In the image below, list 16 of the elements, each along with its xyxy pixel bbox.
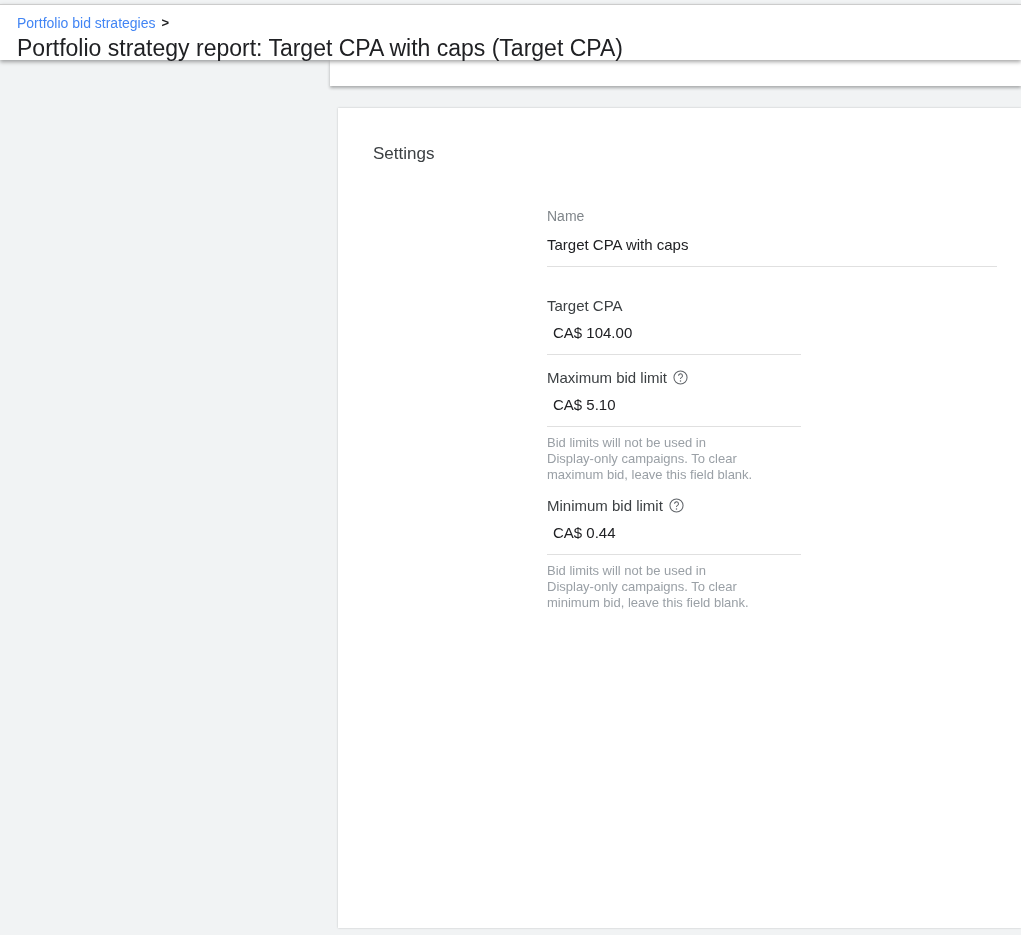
section-title: Settings (373, 144, 436, 164)
hint-text: Bid limits will not be used in Display-only campaigns. To clear maximum bid, leave this field blank. (547, 435, 754, 483)
hint-text: Bid limits will not be used in Display-only campaigns. To clear minimum bid, leave this field blank. (547, 563, 750, 611)
field-label: Minimum bid limit (547, 497, 663, 514)
field-label: Maximum bid limit (547, 369, 667, 386)
input-field[interactable]: CA$ 5.10 (547, 386, 801, 427)
help-icon[interactable] (673, 370, 688, 385)
field-label: Target CPA (547, 297, 623, 314)
breadcrumb-link[interactable]: Portfolio bid strategies (17, 15, 156, 31)
breadcrumb-separator: > (161, 15, 170, 31)
help-icon[interactable] (668, 498, 684, 513)
field-label: Name (547, 208, 585, 224)
page-title: Portfolio strategy report: Target CPA with caps (Target CPA) (17, 34, 624, 62)
input-field[interactable]: CA$ 104.00 (547, 314, 801, 355)
input-field[interactable]: CA$ 0.44 (547, 514, 801, 555)
input-field[interactable]: Target CPA with caps (547, 224, 997, 267)
